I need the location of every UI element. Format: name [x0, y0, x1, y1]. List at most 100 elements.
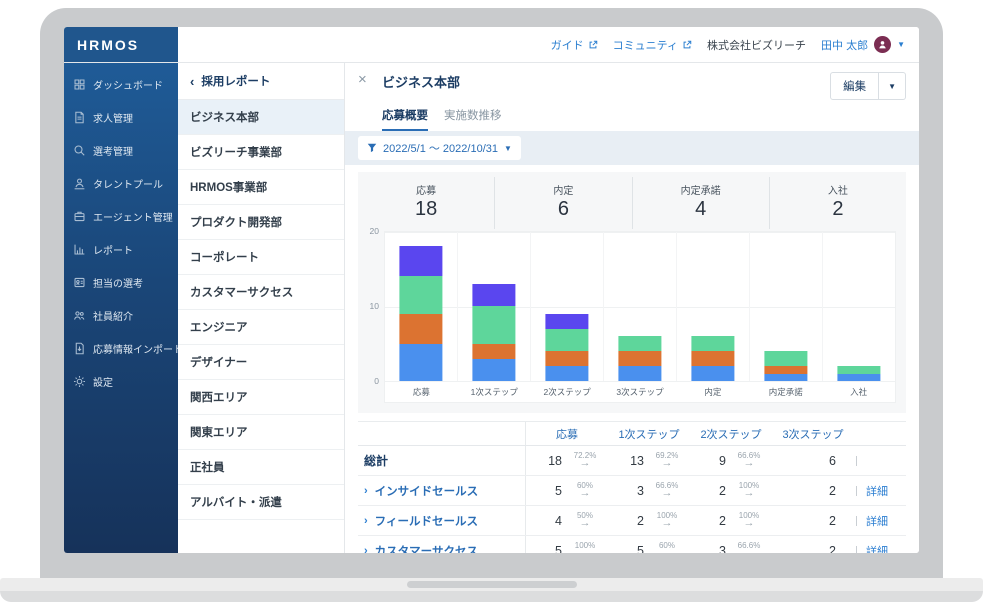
right-arrow-icon: →	[744, 458, 755, 469]
stage-count: 3	[608, 484, 644, 498]
report-chart-icon	[73, 243, 86, 256]
chart-x-label: 応募	[385, 386, 458, 398]
detail-cell: 詳細	[854, 543, 906, 554]
report-list-item[interactable]: 関東エリア	[178, 415, 344, 450]
right-arrow-icon: →	[744, 518, 755, 529]
detail-cell: 詳細	[854, 513, 906, 529]
top-link-1[interactable]: コミュニティ	[613, 37, 692, 53]
row-label-カスタマーサクセス[interactable]: ›カスタマーサクセス	[358, 536, 526, 553]
bar-segment-フィールドセールス	[399, 314, 442, 344]
sidebar-item-report-chart[interactable]: レポート	[64, 233, 178, 266]
title-row: × ビジネス本部 編集 ▼	[358, 72, 906, 100]
chart-slot	[531, 232, 604, 381]
stat-value: 4	[633, 198, 769, 221]
report-list-item[interactable]: 正社員	[178, 450, 344, 485]
chart-slot	[677, 232, 750, 381]
stacked-bar-内定	[691, 336, 734, 381]
detail-cell	[854, 456, 906, 466]
right-arrow-icon: →	[580, 548, 591, 553]
top-bar: HRMOS ガイドコミュニティ 株式会社ビズリーチ 田中 太郎 ▼	[64, 27, 919, 63]
sidebar-item-assigned-card[interactable]: 担当の選考	[64, 266, 178, 299]
value-cell: 966.6%→	[690, 452, 772, 469]
sidebar-item-talent-pool[interactable]: タレントプール	[64, 167, 178, 200]
user-menu[interactable]: 田中 太郎 ▼	[821, 36, 905, 53]
chart-slot	[458, 232, 531, 381]
stage-count: 13	[608, 454, 644, 468]
report-list-item[interactable]: デザイナー	[178, 345, 344, 380]
date-range-filter[interactable]: 2022/5/1 〜 2022/10/31 ▼	[358, 136, 521, 160]
chart-slot	[385, 232, 458, 381]
table-body: 総計1872.2%→1369.2%→966.6%→6›インサイドセールス560%…	[358, 446, 906, 553]
report-list-item[interactable]: ビジネス本部	[178, 100, 344, 135]
chevron-left-icon: ‹	[190, 75, 194, 88]
avatar[interactable]	[874, 36, 891, 53]
right-arrow-icon: →	[580, 488, 591, 499]
close-icon[interactable]: ×	[358, 72, 372, 87]
column-header-応募: 応募	[526, 426, 608, 442]
chart-x-axis: 応募1次ステップ2次ステップ3次ステップ内定内定承諾入社	[385, 382, 895, 402]
right-arrow-icon: →	[744, 548, 755, 553]
chevron-down-icon[interactable]: ▼	[897, 40, 905, 49]
report-list-item[interactable]: ビズリーチ事業部	[178, 135, 344, 170]
report-list-item[interactable]: コーポレート	[178, 240, 344, 275]
stat-label: 内定承諾	[633, 182, 769, 197]
report-list-title: 採用レポート	[201, 73, 270, 89]
bar-segment-カスタマーサクセス	[472, 306, 515, 344]
chart-x-label: 内定	[676, 386, 749, 398]
report-list-item[interactable]: エンジニア	[178, 310, 344, 345]
value-cell: 6	[772, 454, 854, 468]
stat-value: 18	[358, 198, 494, 221]
tab-応募概要[interactable]: 応募概要	[382, 107, 428, 131]
detail-link[interactable]: 詳細	[866, 513, 888, 529]
report-list-item[interactable]: HRMOS事業部	[178, 170, 344, 205]
conversion-rate: 100%→	[644, 512, 690, 529]
filter-bar: 2022/5/1 〜 2022/10/31 ▼	[345, 131, 919, 165]
row-label-text: カスタマーサクセス	[375, 543, 478, 554]
user-name[interactable]: 田中 太郎	[821, 37, 868, 53]
detail-link[interactable]: 詳細	[866, 543, 888, 554]
stage-count: 2	[608, 514, 644, 528]
report-list-item[interactable]: カスタマーサクセス	[178, 275, 344, 310]
tab-実施数推移[interactable]: 実施数推移	[444, 107, 502, 131]
external-link-icon	[588, 40, 598, 50]
edit-split-button: 編集 ▼	[830, 72, 906, 100]
sidebar-item-dashboard[interactable]: ダッシュボード	[64, 68, 178, 101]
chart-y-axis: 01020	[360, 231, 384, 381]
report-list-header[interactable]: ‹ 採用レポート	[178, 63, 344, 100]
stat-応募: 応募18	[358, 177, 494, 229]
row-label-フィールドセールス[interactable]: ›フィールドセールス	[358, 506, 526, 535]
report-list-item[interactable]: アルバイト・派遣	[178, 485, 344, 520]
sidebar-item-search[interactable]: 選考管理	[64, 134, 178, 167]
row-label-インサイドセールス[interactable]: ›インサイドセールス	[358, 476, 526, 505]
filter-funnel-icon	[367, 143, 377, 153]
value-cell: 1369.2%→	[608, 452, 690, 469]
bar-segment-インサイドセールス	[691, 366, 734, 381]
conversion-rate: 100%→	[562, 542, 608, 553]
mini-divider	[856, 456, 857, 466]
top-link-0[interactable]: ガイド	[551, 37, 598, 53]
stage-count: 18	[526, 454, 562, 468]
sidebar-item-import-document[interactable]: 応募情報インポート	[64, 332, 178, 365]
stat-内定: 内定6	[494, 177, 631, 229]
table-row: ›カスタマーサクセス5100%→560%→366.6%→2詳細	[358, 536, 906, 553]
report-list-item[interactable]: プロダクト開発部	[178, 205, 344, 240]
funnel-chart: 01020 応募1次ステップ2次ステップ3次ステップ内定内定承諾入社	[358, 229, 906, 413]
external-link-icon	[682, 40, 692, 50]
bar-segment-カスタマーサクセス	[837, 366, 880, 374]
sidebar-item-briefcase[interactable]: エージェント管理	[64, 200, 178, 233]
sidebar-item-gear[interactable]: 設定	[64, 365, 178, 398]
stage-count: 3	[690, 544, 726, 554]
detail-link[interactable]: 詳細	[866, 483, 888, 499]
edit-dropdown-button[interactable]: ▼	[879, 72, 906, 100]
row-label-text: フィールドセールス	[375, 513, 478, 529]
stat-内定承諾: 内定承諾4	[632, 177, 769, 229]
sidebar-item-label: 求人管理	[93, 110, 133, 125]
sidebar-item-people[interactable]: 社員紹介	[64, 299, 178, 332]
conversion-rate: 50%→	[562, 512, 608, 529]
report-content: 応募18内定6内定承諾4入社2 01020 応募1次ステップ2次ステップ3次ステ…	[345, 165, 919, 553]
conversion-rate: 66.6%→	[644, 482, 690, 499]
report-list-item[interactable]: 関西エリア	[178, 380, 344, 415]
edit-button[interactable]: 編集	[830, 72, 879, 100]
sidebar-item-job-document[interactable]: 求人管理	[64, 101, 178, 134]
sidebar-item-label: 応募情報インポート	[93, 341, 183, 356]
